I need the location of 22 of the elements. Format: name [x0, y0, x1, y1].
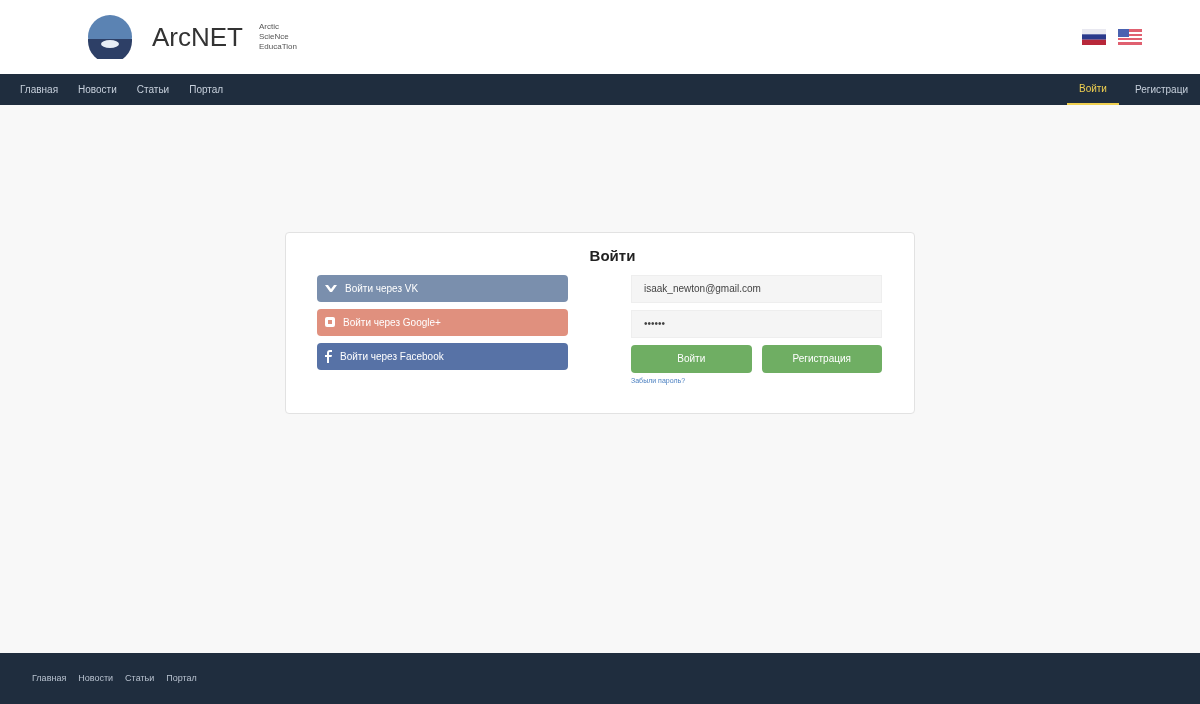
logo-text: ArcNET — [152, 20, 243, 54]
footer-link[interactable]: Статьи — [125, 671, 155, 686]
nav-link[interactable]: Войти — [1066, 74, 1119, 105]
nav-link[interactable]: Регистраци — [1122, 74, 1200, 105]
social-login-button[interactable]: Войти через Facebook — [317, 342, 568, 370]
tagline-text: EducaTion — [259, 42, 297, 52]
password-field[interactable]: •••••• — [631, 309, 882, 338]
email-field[interactable]: isaak_newton@gmail.com — [631, 274, 882, 303]
facebook-icon — [325, 349, 332, 363]
us-flag-icon[interactable] — [1118, 29, 1142, 45]
nav-link[interactable]: Главная — [12, 74, 67, 105]
tagline-text: Arctic — [259, 22, 280, 32]
tagline-text: ScieNce — [259, 32, 290, 42]
nav-link[interactable]: Портал — [181, 74, 232, 105]
russian-flag-icon[interactable] — [1082, 29, 1106, 45]
footer-link[interactable]: Новости — [78, 671, 114, 686]
footer-link[interactable]: Главная — [32, 671, 67, 686]
login-title: Войти — [589, 246, 636, 266]
nav-link[interactable]: Статьи — [128, 74, 178, 105]
logo-icon — [88, 15, 132, 59]
footer-link[interactable]: Портал — [166, 671, 197, 686]
nav-link[interactable]: Новости — [70, 74, 125, 105]
